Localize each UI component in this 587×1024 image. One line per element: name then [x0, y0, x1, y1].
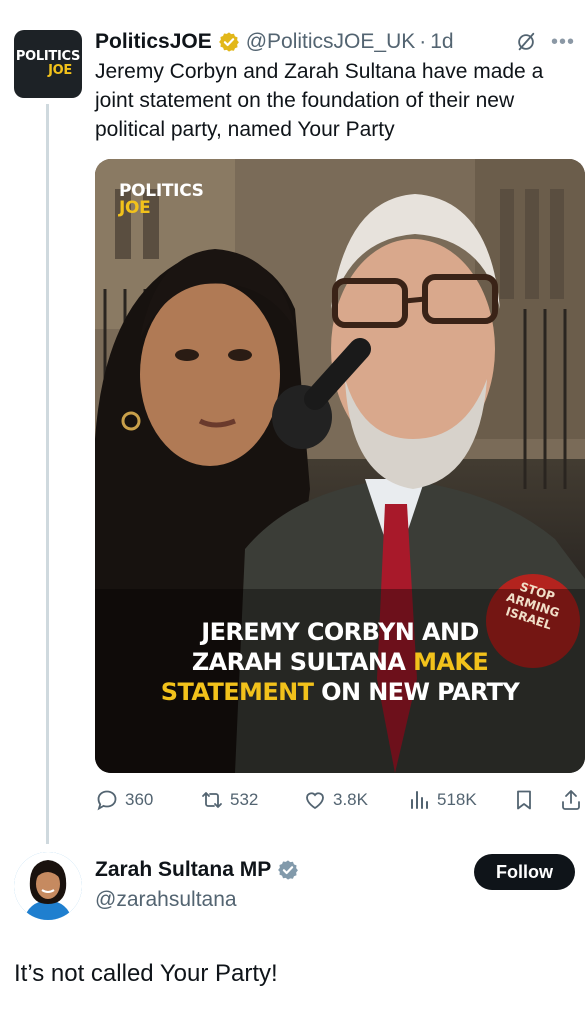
politicsjoe-avatar[interactable]: POLITICS JOE [14, 30, 82, 98]
politicsjoe-watermark-logo: POLITICS JOE [119, 183, 204, 217]
reply-author-handle[interactable]: @zarahsultana [95, 888, 237, 912]
views-count: 518K [437, 790, 477, 809]
tweet-media-image[interactable]: POLITICS JOE STOP ARMING ISRAEL JEREMY C… [95, 159, 585, 773]
reply-author-name[interactable]: Zarah Sultana MP [95, 858, 271, 882]
views-button[interactable]: 518K [407, 785, 477, 815]
reply-count: 360 [125, 790, 154, 809]
like-button[interactable]: 3.8K [303, 785, 368, 815]
tweet-timestamp[interactable]: 1d [430, 30, 453, 54]
author-handle[interactable]: @PoliticsJOE_UK [246, 30, 416, 54]
headline-line2-white: ZARAH SULTANA [191, 648, 414, 676]
bookmark-icon[interactable] [512, 788, 536, 812]
tweet-header: PoliticsJOE @PoliticsJOE_UK · 1d ••• [95, 27, 575, 57]
avatar-logo-line1: POLITICS [15, 49, 81, 64]
headline-line3-white: ON NEW PARTY [313, 678, 520, 706]
tweet-action-bar: 360 532 3.8K 518K [95, 785, 585, 815]
repost-button[interactable]: 532 [200, 785, 258, 815]
avatar-portrait [14, 852, 82, 920]
zarah-sultana-avatar[interactable] [14, 852, 82, 920]
headline-line2: ZARAH SULTANA MAKE [95, 647, 585, 677]
grok-icon[interactable] [515, 31, 537, 53]
grey-verified-badge-icon [278, 860, 299, 880]
gold-verified-badge-icon [218, 32, 239, 52]
author-name[interactable]: PoliticsJOE [95, 30, 212, 54]
heart-icon [306, 792, 324, 810]
reply-author-name-row[interactable]: Zarah Sultana MP [95, 858, 299, 882]
reply-button[interactable]: 360 [95, 785, 153, 815]
headline-line2-yellow: MAKE [413, 648, 489, 676]
watermark-line2: JOE [119, 198, 151, 218]
headline-line1: JEREMY CORBYN AND [201, 618, 479, 646]
repost-icon [202, 792, 222, 808]
analytics-bar-icon [411, 791, 428, 809]
separator-dot: · [419, 30, 427, 53]
more-options-icon[interactable]: ••• [551, 31, 575, 54]
thread-connector-line [46, 104, 49, 844]
headline-line3-yellow: STATEMENT [160, 678, 314, 706]
tweet-text: Jeremy Corbyn and Zarah Sultana have mad… [95, 60, 544, 141]
reply-tweet-text: It’s not called Your Party! [14, 960, 278, 987]
reply-icon [97, 790, 117, 811]
like-count: 3.8K [333, 790, 368, 809]
repost-count: 532 [230, 790, 259, 809]
headline-line3: STATEMENT ON NEW PARTY [95, 677, 585, 707]
share-icon[interactable] [559, 788, 583, 812]
avatar-logo-line2: JOE [48, 63, 72, 78]
follow-button[interactable]: Follow [474, 854, 575, 890]
